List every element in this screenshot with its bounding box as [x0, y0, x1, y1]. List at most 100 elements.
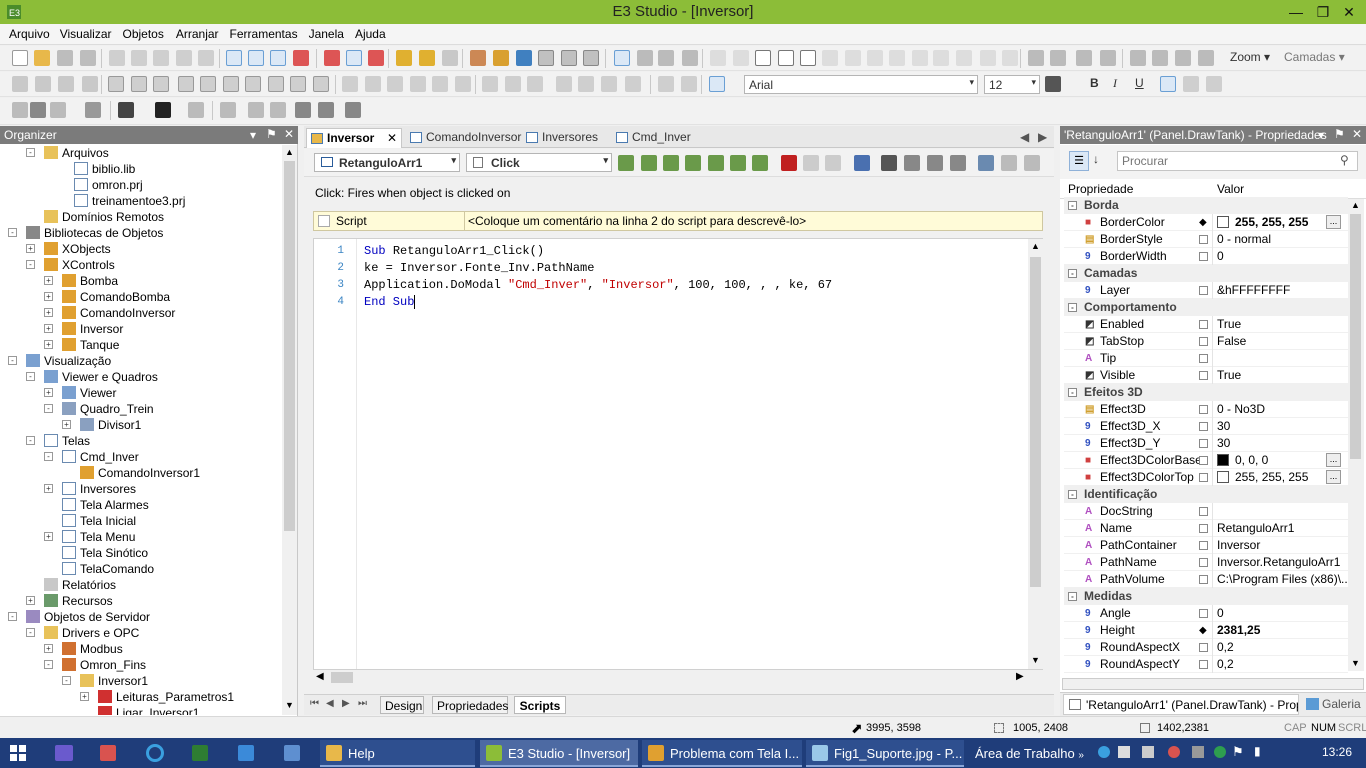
align-1-icon[interactable] [1130, 50, 1146, 66]
order-back-icon[interactable] [1100, 50, 1116, 66]
tree-node[interactable]: Tela Sinótico [0, 545, 282, 561]
tag-pick-icon[interactable] [708, 155, 724, 171]
tree-node[interactable]: biblio.lib [0, 161, 282, 177]
italic-button[interactable]: I [1113, 76, 1117, 91]
pattern-icon[interactable] [295, 102, 311, 118]
panel-menu-icon[interactable]: ▾ [250, 128, 256, 142]
property-value[interactable]: 255, 255, 255 [1217, 214, 1308, 231]
delete-icon[interactable] [781, 155, 797, 171]
organizer-scrollbar[interactable]: ▲ ▼ [282, 145, 297, 715]
warning-icon[interactable] [396, 50, 412, 66]
tree-node[interactable]: treinamentoe3.prj [0, 193, 282, 209]
tree-node[interactable]: omron.prj [0, 177, 282, 193]
align-5-icon[interactable] [455, 76, 471, 92]
scroll-thumb[interactable] [1030, 257, 1041, 587]
property-row[interactable]: 9 Angle 0 [1064, 605, 1348, 622]
bold-button[interactable]: B [1090, 76, 1099, 90]
property-category[interactable]: - Efeitos 3D [1064, 384, 1348, 401]
library-icon[interactable] [493, 50, 509, 66]
collapse-icon[interactable]: - [1068, 592, 1077, 601]
scroll-thumb[interactable] [1350, 214, 1361, 459]
app-icon[interactable] [284, 745, 300, 761]
desktop-toolbar[interactable]: Área de Trabalho » [975, 746, 1084, 761]
tree-node[interactable]: + ComandoBomba [0, 289, 282, 305]
property-value[interactable]: Inversor [1217, 537, 1260, 554]
new-icon[interactable] [12, 50, 28, 66]
tab-comandoinversor[interactable]: ComandoInversor [406, 128, 525, 148]
grid-toggle-icon[interactable] [709, 76, 725, 92]
collapse-icon[interactable]: - [44, 452, 53, 461]
xobject-icon[interactable] [470, 50, 486, 66]
code-area[interactable]: 1 Sub RetanguloArr1_Click() 2 ke = Inversor… [313, 238, 1043, 670]
control-5-icon[interactable] [223, 76, 239, 92]
redo-icon[interactable] [198, 50, 214, 66]
collapse-icon[interactable]: - [8, 228, 17, 237]
wizard-icon[interactable] [854, 155, 870, 171]
code-line[interactable]: Application.DoModal "Cmd_Inver", "Invers… [364, 278, 832, 292]
tree-node[interactable]: - Omron_Fins [0, 657, 282, 673]
tree-node[interactable]: - Arquivos [0, 145, 282, 161]
size-1-icon[interactable] [505, 76, 521, 92]
close-panel-icon[interactable]: ✕ [1352, 127, 1362, 141]
globe-icon[interactable] [1214, 746, 1226, 758]
expand-icon[interactable]: + [44, 340, 53, 349]
scroll-up-icon[interactable]: ▲ [1031, 241, 1040, 251]
computer-icon[interactable] [1142, 746, 1154, 758]
undo-icon[interactable] [176, 50, 192, 66]
property-value[interactable]: C:\Program Files (x86)\... [1217, 571, 1348, 588]
internet-explorer-icon[interactable] [146, 744, 164, 762]
property-row[interactable]: ◩ Enabled True [1064, 316, 1348, 333]
font-name-combo[interactable]: Arial ▾ [744, 75, 978, 94]
property-value[interactable]: 0,2 [1217, 656, 1234, 673]
property-row[interactable]: 9 Effect3D_Y 30 [1064, 435, 1348, 452]
collapse-icon[interactable]: - [1068, 490, 1077, 499]
arrow-icon[interactable] [188, 102, 204, 118]
line-width-icon[interactable] [155, 102, 171, 118]
size-4-icon[interactable] [578, 76, 594, 92]
scroll-down-icon[interactable]: ▼ [285, 700, 294, 710]
align-0-icon[interactable] [342, 76, 358, 92]
zoom-button[interactable]: Zoom ▾ [1230, 50, 1270, 64]
user-fn-icon[interactable] [685, 155, 701, 171]
taskbar-button[interactable]: Fig1_Suporte.jpg - P... [806, 740, 964, 767]
property-value[interactable]: Inversor.RetanguloArr1 [1217, 554, 1340, 571]
tree-node[interactable]: + Bomba [0, 273, 282, 289]
view-tab-propriedades[interactable]: Propriedades [432, 696, 508, 714]
device-icon[interactable] [1192, 746, 1204, 758]
flag-icon[interactable]: ⚑ [1232, 744, 1244, 760]
line-color-icon[interactable] [50, 102, 66, 118]
ellipsis-button[interactable]: ... [1326, 453, 1341, 467]
frame-icon[interactable] [318, 102, 334, 118]
group-icon[interactable] [1028, 50, 1044, 66]
property-value[interactable]: True [1217, 367, 1241, 384]
expand-icon[interactable]: + [44, 484, 53, 493]
scroll-right-icon[interactable]: ▶ [1016, 671, 1024, 682]
search-field[interactable]: ⚲ [1117, 151, 1358, 171]
font-color-icon[interactable] [1045, 76, 1061, 92]
property-row[interactable]: ■ Effect3DColorBase 0, 0, 0... [1064, 452, 1348, 469]
property-row[interactable]: ◩ Visible True [1064, 367, 1348, 384]
restore-icon[interactable]: ❐ [1310, 2, 1336, 22]
windows-start-icon[interactable] [10, 745, 26, 761]
tree-node[interactable]: - Objetos de Servidor [0, 609, 282, 625]
code-line[interactable]: ke = Inversor.Fonte_Inv.PathName [364, 261, 594, 275]
expand-icon[interactable]: + [44, 532, 53, 541]
expand-icon[interactable]: + [62, 420, 71, 429]
collapse-icon[interactable]: - [26, 260, 35, 269]
taskbar-button[interactable]: Help [320, 740, 475, 767]
menu-4[interactable]: Arranjar [169, 24, 224, 41]
property-row[interactable]: A DocString [1064, 503, 1348, 520]
property-row[interactable]: ◩ TabStop False [1064, 333, 1348, 350]
copy-icon[interactable] [131, 50, 147, 66]
collapse-icon[interactable]: - [1068, 269, 1077, 278]
layers-button[interactable]: Camadas ▾ [1284, 50, 1345, 64]
property-row[interactable]: 9 BorderWidth 0 [1064, 248, 1348, 265]
menu-1[interactable]: Arquivo [0, 24, 55, 41]
pick-icon[interactable] [641, 155, 657, 171]
align-3-icon[interactable] [410, 76, 426, 92]
round-rect-icon[interactable] [778, 50, 794, 66]
property-category[interactable]: - Borda [1064, 197, 1348, 214]
design-mode-icon[interactable] [226, 50, 242, 66]
menu-5[interactable]: Ferramentas [224, 24, 303, 41]
tree-node[interactable]: + Tela Menu [0, 529, 282, 545]
